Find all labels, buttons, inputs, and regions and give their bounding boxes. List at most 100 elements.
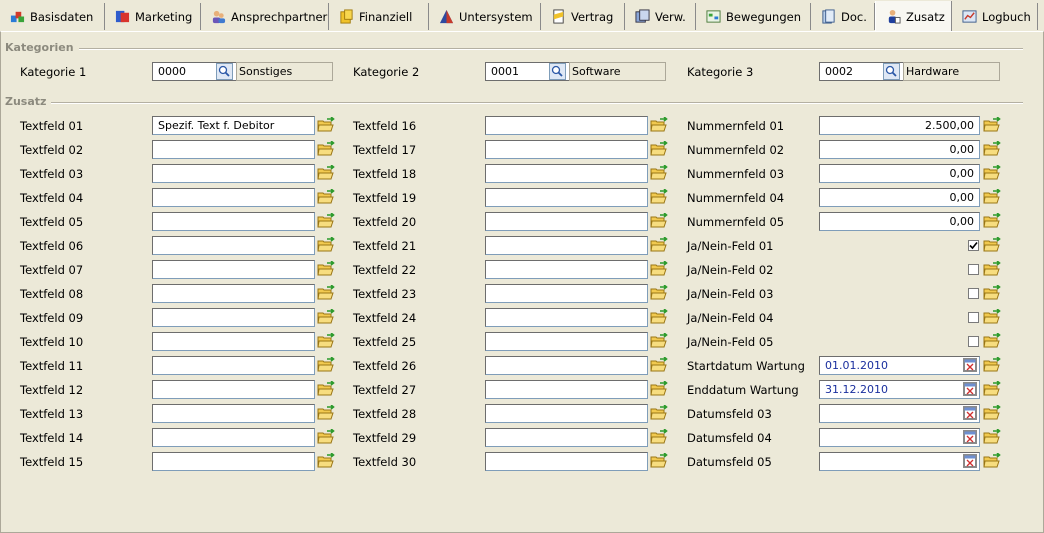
folder-icon[interactable] <box>317 452 335 469</box>
folder-icon[interactable] <box>317 284 335 301</box>
textfeld-05-input[interactable] <box>152 212 315 231</box>
lookup-icon[interactable] <box>216 63 233 80</box>
folder-icon[interactable] <box>650 236 668 253</box>
lookup-icon[interactable] <box>549 63 566 80</box>
folder-icon[interactable] <box>983 284 1001 301</box>
nummernfeld-03-input[interactable]: 0,00 <box>819 164 980 183</box>
textfeld-01-input[interactable]: Spezif. Text f. Debitor <box>152 116 315 135</box>
janein-feld-01-checkbox[interactable] <box>968 240 979 251</box>
tab-finanziell[interactable]: Finanziell <box>329 3 429 30</box>
tab-basisdaten[interactable]: Basisdaten <box>0 3 105 30</box>
datumsfeld-2-input[interactable]: 31.12.2010 <box>819 380 980 399</box>
folder-icon[interactable] <box>650 212 668 229</box>
folder-icon[interactable] <box>650 188 668 205</box>
datumsfeld-4-input[interactable] <box>819 428 980 447</box>
janein-feld-04-checkbox[interactable] <box>968 312 979 323</box>
textfeld-12-input[interactable] <box>152 380 315 399</box>
tab-doc[interactable]: Doc. <box>811 3 875 30</box>
folder-icon[interactable] <box>983 380 1001 397</box>
textfeld-06-input[interactable] <box>152 236 315 255</box>
textfeld-29-input[interactable] <box>485 428 648 447</box>
textfeld-03-input[interactable] <box>152 164 315 183</box>
folder-icon[interactable] <box>983 188 1001 205</box>
folder-icon[interactable] <box>983 260 1001 277</box>
janein-feld-02-checkbox[interactable] <box>968 264 979 275</box>
textfeld-22-input[interactable] <box>485 260 648 279</box>
calendar-icon[interactable] <box>963 358 977 372</box>
textfeld-26-input[interactable] <box>485 356 648 375</box>
folder-icon[interactable] <box>650 164 668 181</box>
folder-icon[interactable] <box>317 260 335 277</box>
folder-icon[interactable] <box>650 116 668 133</box>
folder-icon[interactable] <box>983 236 1001 253</box>
textfeld-09-input[interactable] <box>152 308 315 327</box>
datumsfeld-3-input[interactable] <box>819 404 980 423</box>
calendar-icon[interactable] <box>963 382 977 396</box>
datumsfeld-5-input[interactable] <box>819 452 980 471</box>
textfeld-20-input[interactable] <box>485 212 648 231</box>
folder-icon[interactable] <box>317 164 335 181</box>
tab-untersystem[interactable]: Untersystem <box>429 3 541 30</box>
calendar-icon[interactable] <box>963 454 977 468</box>
folder-icon[interactable] <box>317 116 335 133</box>
tab-vertrag[interactable]: Vertrag <box>541 3 625 30</box>
lookup-icon[interactable] <box>883 63 900 80</box>
nummernfeld-01-input[interactable]: 2.500,00 <box>819 116 980 135</box>
janein-feld-05-checkbox[interactable] <box>968 336 979 347</box>
textfeld-14-input[interactable] <box>152 428 315 447</box>
folder-icon[interactable] <box>983 164 1001 181</box>
folder-icon[interactable] <box>650 332 668 349</box>
textfeld-28-input[interactable] <box>485 404 648 423</box>
tab-logbuch[interactable]: Logbuch <box>952 3 1038 30</box>
folder-icon[interactable] <box>317 188 335 205</box>
folder-icon[interactable] <box>983 428 1001 445</box>
folder-icon[interactable] <box>317 308 335 325</box>
folder-icon[interactable] <box>650 428 668 445</box>
textfeld-30-input[interactable] <box>485 452 648 471</box>
folder-icon[interactable] <box>317 356 335 373</box>
textfeld-19-input[interactable] <box>485 188 648 207</box>
textfeld-18-input[interactable] <box>485 164 648 183</box>
janein-feld-03-checkbox[interactable] <box>968 288 979 299</box>
folder-icon[interactable] <box>983 452 1001 469</box>
nummernfeld-04-input[interactable]: 0,00 <box>819 188 980 207</box>
folder-icon[interactable] <box>983 116 1001 133</box>
textfeld-13-input[interactable] <box>152 404 315 423</box>
folder-icon[interactable] <box>650 380 668 397</box>
folder-icon[interactable] <box>317 332 335 349</box>
folder-icon[interactable] <box>983 404 1001 421</box>
textfeld-04-input[interactable] <box>152 188 315 207</box>
folder-icon[interactable] <box>983 212 1001 229</box>
nummernfeld-02-input[interactable]: 0,00 <box>819 140 980 159</box>
folder-icon[interactable] <box>983 356 1001 373</box>
folder-icon[interactable] <box>650 140 668 157</box>
textfeld-15-input[interactable] <box>152 452 315 471</box>
textfeld-17-input[interactable] <box>485 140 648 159</box>
tab-marketing[interactable]: Marketing <box>105 3 201 30</box>
textfeld-08-input[interactable] <box>152 284 315 303</box>
folder-icon[interactable] <box>983 332 1001 349</box>
textfeld-10-input[interactable] <box>152 332 315 351</box>
folder-icon[interactable] <box>650 356 668 373</box>
datumsfeld-1-input[interactable]: 01.01.2010 <box>819 356 980 375</box>
textfeld-24-input[interactable] <box>485 308 648 327</box>
folder-icon[interactable] <box>317 428 335 445</box>
textfeld-23-input[interactable] <box>485 284 648 303</box>
folder-icon[interactable] <box>317 404 335 421</box>
folder-icon[interactable] <box>983 308 1001 325</box>
folder-icon[interactable] <box>650 284 668 301</box>
textfeld-07-input[interactable] <box>152 260 315 279</box>
folder-icon[interactable] <box>650 308 668 325</box>
folder-icon[interactable] <box>317 140 335 157</box>
nummernfeld-05-input[interactable]: 0,00 <box>819 212 980 231</box>
tab-verw[interactable]: Verw. <box>625 3 696 30</box>
folder-icon[interactable] <box>650 404 668 421</box>
textfeld-11-input[interactable] <box>152 356 315 375</box>
tab-zusatz[interactable]: Zusatz <box>875 1 952 32</box>
textfeld-02-input[interactable] <box>152 140 315 159</box>
folder-icon[interactable] <box>650 260 668 277</box>
calendar-icon[interactable] <box>963 430 977 444</box>
tab-bewegungen[interactable]: Bewegungen <box>696 3 811 30</box>
tab-ansprechpartner[interactable]: Ansprechpartner <box>201 3 329 30</box>
textfeld-25-input[interactable] <box>485 332 648 351</box>
